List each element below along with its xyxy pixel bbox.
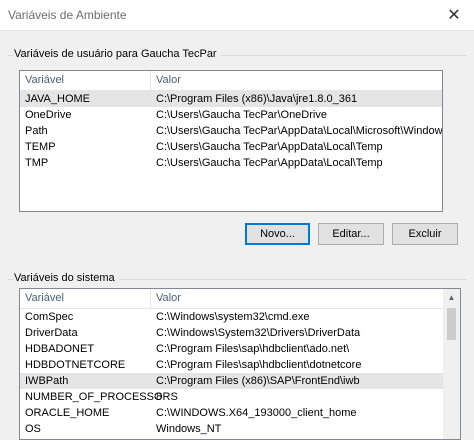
title-bar: Variáveis de Ambiente ✕ xyxy=(0,0,474,31)
user-vars-label: Variáveis de usuário para Gaucha TecPar xyxy=(14,48,221,60)
close-icon[interactable]: ✕ xyxy=(434,0,474,30)
user-vars-list[interactable]: Variável Valor JAVA_HOME C:\Program File… xyxy=(19,70,443,212)
table-row[interactable]: TEMP C:\Users\Gaucha TecPar\AppData\Loca… xyxy=(20,139,442,155)
system-vars-header: Variável Valor xyxy=(20,289,443,309)
col-head-value[interactable]: Valor xyxy=(156,74,181,86)
table-row[interactable]: OneDrive C:\Users\Gaucha TecPar\OneDrive xyxy=(20,107,442,123)
table-row[interactable]: ORACLE_HOME C:\WINDOWS.X64_193000_client… xyxy=(20,405,460,421)
table-row[interactable]: TMP C:\Users\Gaucha TecPar\AppData\Local… xyxy=(20,155,442,171)
system-vars-label: Variáveis do sistema xyxy=(14,272,119,284)
table-row[interactable]: HDBDOTNETCORE C:\Program Files\sap\hdbcl… xyxy=(20,357,460,373)
vertical-scrollbar[interactable]: ▲ xyxy=(443,289,460,439)
delete-button[interactable]: Excluir xyxy=(392,223,458,245)
window-title: Variáveis de Ambiente xyxy=(8,8,127,22)
col-head-value[interactable]: Valor xyxy=(156,292,181,304)
col-head-variable[interactable]: Variável xyxy=(25,74,64,86)
table-row[interactable]: HDBADONET C:\Program Files\sap\hdbclient… xyxy=(20,341,460,357)
edit-button[interactable]: Editar... xyxy=(318,223,384,245)
table-row[interactable]: OS Windows_NT xyxy=(20,421,460,437)
scroll-up-icon[interactable]: ▲ xyxy=(443,289,460,306)
table-row[interactable]: IWBPath C:\Program Files (x86)\SAP\Front… xyxy=(20,373,443,389)
scroll-thumb[interactable] xyxy=(447,308,456,340)
table-row[interactable]: ComSpec C:\Windows\system32\cmd.exe xyxy=(20,309,460,325)
table-row[interactable]: JAVA_HOME C:\Program Files (x86)\Java\jr… xyxy=(20,91,442,107)
new-button[interactable]: Novo... xyxy=(245,223,310,245)
system-vars-list[interactable]: Variável Valor ComSpec C:\Windows\system… xyxy=(19,288,461,440)
col-head-variable[interactable]: Variável xyxy=(25,292,64,304)
table-row[interactable]: Path C:\Users\Gaucha TecPar\AppData\Loca… xyxy=(20,123,442,139)
table-row[interactable]: DriverData C:\Windows\System32\Drivers\D… xyxy=(20,325,460,341)
table-row[interactable]: NUMBER_OF_PROCESSORS 8 xyxy=(20,389,460,405)
user-vars-header: Variável Valor xyxy=(20,71,442,91)
